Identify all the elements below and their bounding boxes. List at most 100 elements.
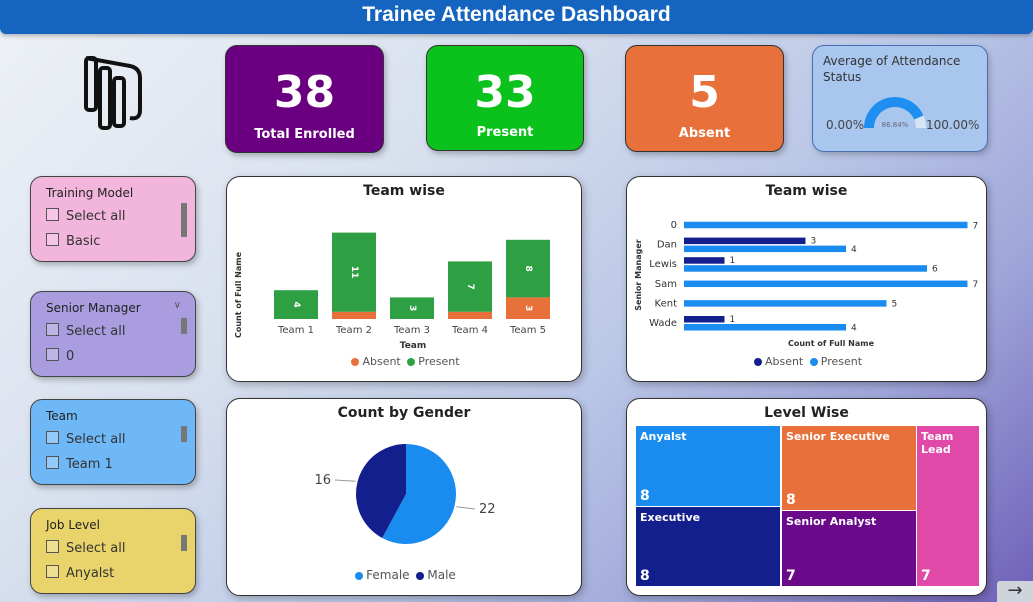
data-label-present: 4 <box>851 324 857 334</box>
pie-data-label: 16 <box>314 473 331 488</box>
checkbox-icon[interactable] <box>46 540 59 553</box>
kpi-total-enrolled-card[interactable]: 38 Total Enrolled <box>225 45 384 153</box>
data-label-present: 4 <box>291 301 301 307</box>
data-label-present: 8 <box>523 265 533 271</box>
slicer-option-label: Anyalst <box>66 566 115 581</box>
attendance-gauge-card[interactable]: Average of Attendance Status 86.84% 0.00… <box>812 45 988 152</box>
next-page-arrow-icon[interactable]: → <box>997 581 1033 602</box>
y-tick-label: Dan <box>657 240 677 251</box>
chart-legend: Absent Present <box>227 355 581 368</box>
treemap-tile-anyalst[interactable]: Anyalst 8 <box>636 426 780 506</box>
treemap-tile-senior-executive[interactable]: Senior Executive 8 <box>782 426 916 510</box>
treemap-tile-senior-analyst[interactable]: Senior Analyst 7 <box>782 511 916 586</box>
gender-pie-chart: 22 16 <box>314 444 496 544</box>
slicer-option-label: Select all <box>66 209 126 224</box>
dashboard-header: Trainee Attendance Dashboard <box>0 0 1033 34</box>
y-tick-label: Wade <box>649 318 677 329</box>
slicer-title: Team <box>46 409 78 423</box>
team-wise-column-card[interactable]: Team wise Count of Full Name Team 4 Team … <box>226 176 582 382</box>
treemap-tile-executive[interactable]: Executive 8 <box>636 507 780 586</box>
chart-legend: Female Male <box>227 568 581 582</box>
slicer-option-select-all[interactable]: Select all <box>46 540 125 556</box>
chart-title: Level Wise <box>764 405 849 421</box>
slicer-option-label: Team 1 <box>66 457 113 472</box>
level-wise-treemap-card[interactable]: Level Wise Anyalst 8 Senior Executive 8 … <box>626 398 987 596</box>
kpi-total-enrolled-label: Total Enrolled <box>254 127 355 142</box>
slicer-option-select-all[interactable]: Select all <box>46 323 125 339</box>
x-axis-title: Team <box>400 341 427 351</box>
checkbox-icon[interactable] <box>46 348 59 361</box>
slicer-option-team-1[interactable]: Team 1 <box>46 456 113 472</box>
legend-absent-label[interactable]: Absent <box>362 355 400 368</box>
slicer-scrollbar[interactable] <box>181 426 187 442</box>
gauge-max-label: 100.00% <box>926 118 980 132</box>
slicer-option-select-all[interactable]: Select all <box>46 208 125 224</box>
x-tick-label: Team 2 <box>335 325 372 336</box>
checkbox-icon[interactable] <box>46 456 59 469</box>
gauge-title: Average of Attendance Status <box>823 54 961 84</box>
bar-absent[interactable] <box>684 257 725 264</box>
bar-absent[interactable] <box>684 237 806 245</box>
treemap-tile-value: 7 <box>786 568 796 584</box>
slicer-training-model: Training Model Select all Basic <box>30 176 196 262</box>
checkbox-icon[interactable] <box>46 431 59 444</box>
bar-absent[interactable] <box>448 311 492 319</box>
checkbox-icon[interactable] <box>46 323 59 336</box>
slicer-option-anyalst[interactable]: Anyalst <box>46 565 114 581</box>
gender-pie-card[interactable]: Count by Gender 22 16 Female Male <box>226 398 582 596</box>
team-wise-bar-card[interactable]: Team wise Senior Manager Count of Full N… <box>626 176 987 382</box>
x-tick-label: Team 1 <box>277 325 314 336</box>
pie-data-label: 22 <box>479 502 496 517</box>
slicer-option-label: Select all <box>66 324 126 339</box>
bar-present[interactable] <box>684 265 927 272</box>
x-tick-label: Team 4 <box>451 325 488 336</box>
data-label-present: 7 <box>973 221 979 231</box>
bar-present[interactable] <box>684 280 968 288</box>
data-label-present: 6 <box>932 265 938 275</box>
gauge-chart: 86.84% <box>864 97 926 129</box>
checkbox-icon[interactable] <box>46 233 59 246</box>
bar-present[interactable] <box>684 300 887 307</box>
bar-present[interactable] <box>684 324 846 331</box>
legend-male-label[interactable]: Male <box>427 568 455 582</box>
pie-leader-line <box>334 479 356 482</box>
bar-present[interactable] <box>684 245 846 253</box>
chevron-down-icon[interactable]: ∨ <box>174 300 181 311</box>
slicer-title: Training Model <box>46 186 134 200</box>
checkbox-icon[interactable] <box>46 565 59 578</box>
checkbox-icon[interactable] <box>46 208 59 221</box>
legend-present-swatch <box>407 357 416 366</box>
x-tick-label: Team 3 <box>393 325 430 336</box>
slicer-option-0[interactable]: 0 <box>46 348 74 364</box>
legend-absent-swatch <box>753 357 762 366</box>
data-label-present: 3 <box>407 305 417 311</box>
slicer-option-label: Basic <box>66 234 101 249</box>
team-wise-column-chart: Count of Full Name Team 4 Team 1 11 Team 2 3… <box>234 232 550 351</box>
legend-present-label[interactable]: Present <box>821 355 862 368</box>
slicer-option-select-all[interactable]: Select all <box>46 431 125 447</box>
legend-present-label[interactable]: Present <box>418 355 459 368</box>
legend-absent-label[interactable]: Absent <box>765 355 803 368</box>
bar-present[interactable] <box>684 221 968 229</box>
data-label-absent: 3 <box>523 305 533 311</box>
data-label-present: 7 <box>465 283 475 289</box>
slicer-scrollbar[interactable] <box>181 203 187 237</box>
y-tick-label: Lewis <box>649 259 677 270</box>
slicer-scrollbar[interactable] <box>181 535 187 551</box>
kpi-present-card[interactable]: 33 Present <box>426 45 584 151</box>
y-axis-title: Senior Manager <box>634 239 643 310</box>
slicer-title: Senior Manager <box>46 301 141 315</box>
slicer-option-basic[interactable]: Basic <box>46 233 100 249</box>
data-label-present: 5 <box>892 300 898 310</box>
kpi-present-label: Present <box>476 125 534 140</box>
kpi-absent-card[interactable]: 5 Absent <box>625 45 784 152</box>
bar-absent[interactable] <box>684 316 725 323</box>
kpi-absent-value: 5 <box>689 67 720 118</box>
pie-leader-line <box>456 506 476 510</box>
slicer-scrollbar[interactable] <box>181 318 187 334</box>
slicer-option-label: Select all <box>66 541 126 556</box>
treemap-tile-team-lead[interactable]: Team Lead 7 <box>917 426 979 586</box>
bar-absent[interactable] <box>332 311 376 319</box>
slicer-option-label: 0 <box>66 349 75 364</box>
legend-female-label[interactable]: Female <box>366 568 409 582</box>
